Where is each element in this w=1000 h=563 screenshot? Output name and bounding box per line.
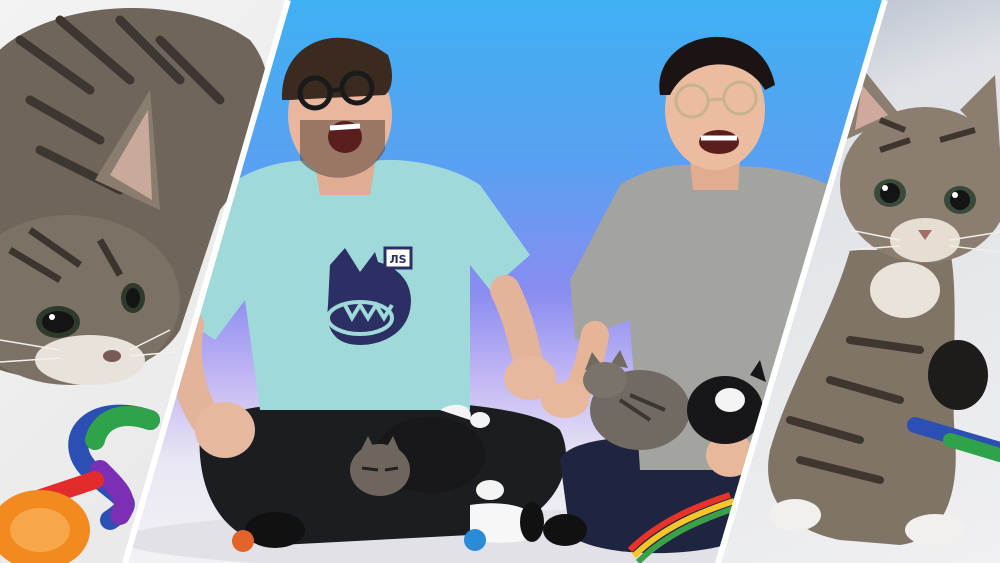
panel-dividers [122,0,888,563]
thumbnail-composite: ЛS [0,0,1000,563]
